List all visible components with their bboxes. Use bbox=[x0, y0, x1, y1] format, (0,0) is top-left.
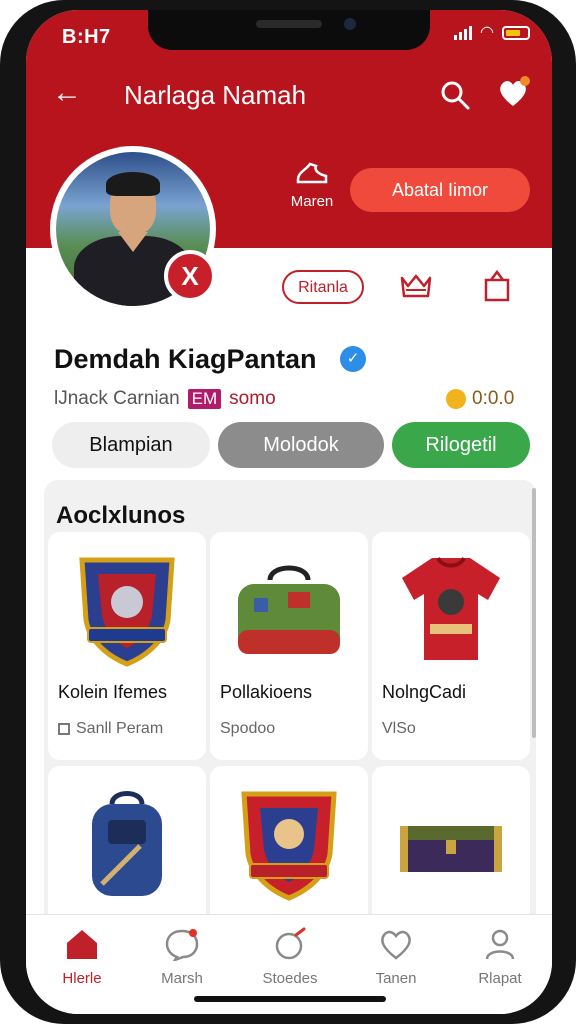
notification-dot bbox=[520, 76, 530, 86]
status-icons: ◠ bbox=[454, 24, 530, 41]
coin-icon bbox=[446, 389, 466, 409]
tab-second[interactable]: Molodok bbox=[218, 422, 384, 468]
nav-label: Rlapat bbox=[478, 970, 522, 987]
item-card[interactable]: Pollakioens Spodoo bbox=[210, 532, 368, 760]
item-subtitle: VlSo bbox=[382, 720, 416, 737]
nav-profile[interactable]: Rlapat bbox=[460, 927, 540, 987]
wifi-icon: ◠ bbox=[480, 24, 494, 41]
nav-label: Marsh bbox=[161, 970, 203, 987]
item-title: Kolein Ifemes bbox=[58, 682, 168, 702]
heart-icon bbox=[381, 930, 411, 960]
back-arrow-icon[interactable]: ← bbox=[52, 76, 82, 110]
home-indicator[interactable] bbox=[194, 996, 386, 1002]
status-chip[interactable]: Ritanla bbox=[282, 270, 364, 304]
nav-stories[interactable]: Stoedes bbox=[250, 927, 330, 987]
nav-home[interactable]: Hlerle bbox=[42, 927, 122, 987]
item-title: Pollakioens bbox=[220, 682, 313, 702]
stories-icon bbox=[275, 927, 306, 960]
item-subtitle: Sanll Peram bbox=[58, 720, 163, 738]
tab-third[interactable]: Rilogetil bbox=[392, 422, 530, 468]
page-title: Narlaga Namah bbox=[124, 80, 307, 110]
shopping-bag-icon[interactable] bbox=[480, 268, 514, 304]
screen: B:H7 ◠ ← Narlaga Namah Maren Abatal Iimo… bbox=[26, 10, 552, 1014]
crown-icon[interactable] bbox=[398, 268, 434, 304]
home-icon bbox=[67, 930, 97, 959]
shoe-icon bbox=[296, 162, 328, 184]
shield-emblem-icon bbox=[79, 557, 175, 667]
coin-amount: 0:0.0 bbox=[472, 388, 515, 409]
profile-icon bbox=[485, 929, 515, 960]
profile-handle: lJnack Carnian bbox=[54, 388, 180, 409]
search-icon[interactable] bbox=[440, 80, 470, 110]
checkbox-icon bbox=[58, 723, 70, 735]
backpack-icon bbox=[92, 791, 162, 896]
profile-subline: lJnack Carnian EM somo bbox=[54, 388, 276, 410]
phone-frame: B:H7 ◠ ← Narlaga Namah Maren Abatal Iimo… bbox=[0, 0, 576, 1024]
battery-icon bbox=[502, 26, 530, 40]
signal-icon bbox=[454, 26, 473, 40]
duffel-bag-icon bbox=[238, 565, 340, 654]
tab-first[interactable]: Blampian bbox=[52, 422, 210, 468]
profile-tag-text: somo bbox=[229, 388, 276, 409]
nav-label: Stoedes bbox=[262, 970, 318, 987]
profile-name: Demdah KiagPantan bbox=[54, 344, 317, 374]
item-card[interactable]: Kolein Ifemes Sanll Peram bbox=[48, 532, 206, 760]
status-time: B:H7 bbox=[62, 26, 111, 48]
notch bbox=[148, 10, 430, 50]
scrollbar[interactable] bbox=[532, 488, 536, 738]
mini-action[interactable]: Maren bbox=[282, 160, 342, 210]
coin-balance: 0:0.0 bbox=[446, 388, 514, 410]
nav-label: Tanen bbox=[375, 970, 417, 987]
nav-favorites[interactable]: Tanen bbox=[356, 927, 436, 987]
section-title: Aoclxlunos bbox=[56, 502, 186, 529]
item-subtitle: Spodoo bbox=[220, 720, 276, 737]
chest-icon bbox=[400, 826, 502, 872]
item-card[interactable]: NolngCadi VlSo bbox=[372, 532, 530, 760]
profile-tag: EM bbox=[187, 389, 222, 409]
primary-action-button[interactable]: Abatal Iimor bbox=[350, 168, 530, 212]
mini-action-label: Maren bbox=[290, 193, 334, 210]
chat-icon bbox=[165, 929, 199, 963]
avatar-badge-icon: X bbox=[164, 250, 216, 302]
jersey-icon bbox=[402, 556, 500, 660]
favorites-heart-icon[interactable] bbox=[496, 76, 530, 110]
nav-label: Hlerle bbox=[62, 970, 102, 987]
item-title: NolngCadi bbox=[382, 682, 467, 702]
verified-badge-icon: ✓ bbox=[340, 346, 366, 372]
shield-emblem-icon bbox=[241, 791, 337, 901]
nav-chat[interactable]: Marsh bbox=[142, 927, 222, 987]
